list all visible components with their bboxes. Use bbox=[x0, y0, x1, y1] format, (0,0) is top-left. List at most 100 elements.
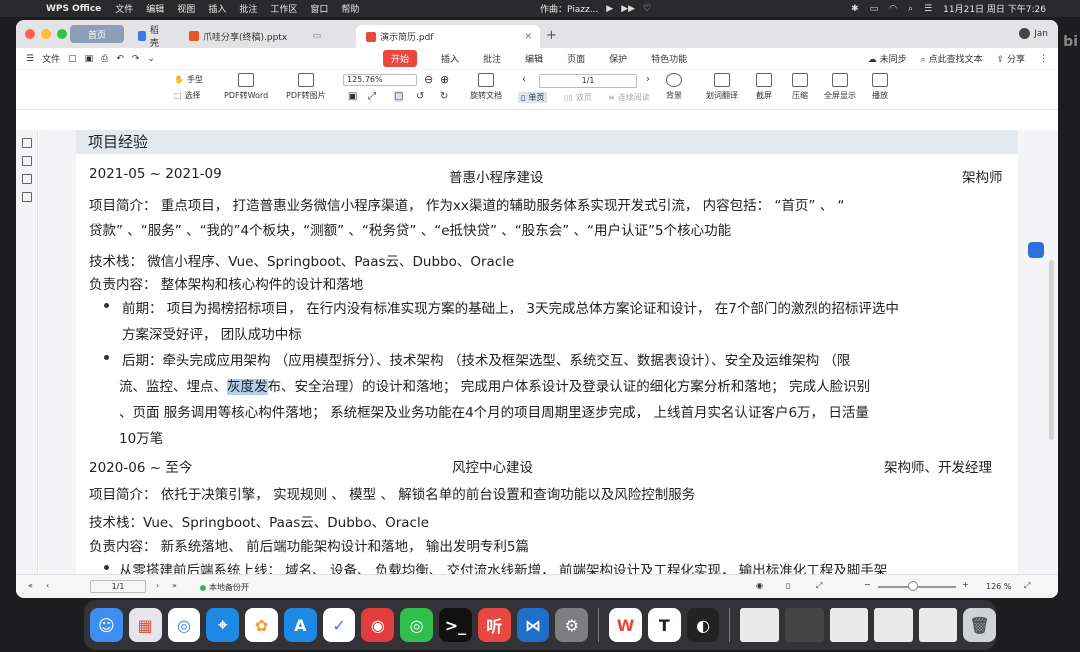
eye-icon[interactable]: ◉ bbox=[756, 581, 763, 590]
ribbon-tab-start[interactable]: 开始 bbox=[383, 50, 418, 67]
redo-icon[interactable]: ↷ bbox=[132, 54, 140, 64]
vertical-scrollbar[interactable] bbox=[1049, 260, 1054, 440]
wifi-icon[interactable]: ◠ bbox=[889, 4, 897, 14]
window-thumbnail[interactable] bbox=[785, 608, 824, 642]
fit-icon[interactable]: ⤢ bbox=[816, 581, 822, 591]
zoom-out-status-icon[interactable]: − bbox=[864, 580, 871, 589]
thumbnail-icon[interactable] bbox=[21, 138, 32, 148]
user-account[interactable]: Jan bbox=[1019, 28, 1048, 39]
battery-icon[interactable]: ▭ bbox=[870, 4, 879, 14]
hamburger-icon[interactable]: ☰ bbox=[26, 54, 34, 64]
prev-page-status-icon[interactable]: ‹ bbox=[46, 581, 49, 590]
wechat-icon[interactable]: ◎ bbox=[400, 608, 434, 642]
heart-icon[interactable]: ♡ bbox=[643, 4, 651, 14]
selected-text[interactable]: 灰度发 bbox=[227, 379, 268, 395]
window-thumbnail[interactable] bbox=[918, 608, 958, 642]
rotate-left-icon[interactable]: ↺ bbox=[416, 91, 424, 102]
single-page-button[interactable]: ▯ 单页 bbox=[518, 92, 548, 103]
undo-icon[interactable]: ↶ bbox=[116, 54, 124, 64]
search-icon[interactable]: ⌕ bbox=[908, 4, 913, 14]
chrome-icon[interactable]: ◎ bbox=[167, 608, 201, 642]
close-tab-icon[interactable]: ✕ bbox=[524, 32, 532, 42]
status-page-input[interactable]: 1/1 bbox=[90, 580, 146, 593]
window-thumbnail[interactable] bbox=[874, 608, 913, 642]
fullscreen-button[interactable]: 全屏显示 bbox=[824, 73, 856, 101]
menu-file[interactable]: 文件 bbox=[115, 2, 133, 15]
monitor-icon[interactable]: ▭ bbox=[312, 31, 321, 41]
pdf-to-image-button[interactable]: PDF转图片 bbox=[286, 73, 326, 101]
next-page-status-icon[interactable]: › bbox=[156, 581, 159, 590]
close-window-button[interactable] bbox=[25, 29, 35, 39]
bluetooth-icon[interactable]: ✱ bbox=[851, 4, 859, 14]
ribbon-tab-features[interactable]: 特色功能 bbox=[651, 52, 687, 65]
screenshot-button[interactable]: 截屏 bbox=[756, 73, 772, 101]
ribbon-tab-protect[interactable]: 保护 bbox=[609, 52, 627, 65]
app-store-icon[interactable]: A bbox=[283, 608, 317, 642]
page-mode-icon[interactable]: ▯ bbox=[786, 581, 790, 590]
trash-icon[interactable]: 🗑 bbox=[963, 608, 997, 642]
netease-music-icon[interactable]: ◉ bbox=[361, 608, 395, 642]
fit-page-icon[interactable]: ▣ bbox=[348, 91, 357, 102]
compress-button[interactable]: 压缩 bbox=[792, 73, 808, 101]
page-number-input[interactable]: 1/1 bbox=[539, 74, 637, 88]
play-button[interactable]: 播放 bbox=[872, 73, 888, 101]
floating-tool-button[interactable] bbox=[1028, 242, 1044, 258]
listen-app-icon[interactable]: 听 bbox=[477, 608, 511, 642]
double-page-button[interactable]: ▯▯ 双页 bbox=[564, 92, 592, 103]
open-icon[interactable]: ▢ bbox=[68, 54, 77, 64]
ribbon-tab-page[interactable]: 页面 bbox=[567, 52, 585, 65]
zoom-slider-handle[interactable] bbox=[908, 581, 918, 591]
file-menu[interactable]: 文件 bbox=[42, 52, 60, 65]
ribbon-tab-insert[interactable]: 插入 bbox=[441, 52, 459, 65]
next-track-icon[interactable]: ▶▶ bbox=[621, 4, 635, 14]
safari-icon[interactable]: ⌖ bbox=[206, 608, 240, 642]
outline-icon[interactable] bbox=[21, 156, 32, 166]
ribbon-tab-comment[interactable]: 批注 bbox=[483, 52, 501, 65]
local-backup-status[interactable]: 本地备份开 bbox=[200, 582, 249, 593]
zoom-in-status-icon[interactable]: + bbox=[962, 580, 969, 589]
new-tab-button[interactable]: + bbox=[546, 28, 557, 43]
next-page-icon[interactable]: › bbox=[646, 74, 650, 85]
window-thumbnail[interactable] bbox=[740, 608, 779, 642]
rotate-document-button[interactable]: 旋转文档 bbox=[470, 73, 502, 101]
datetime[interactable]: 11月21日 周日 下午7:26 bbox=[943, 2, 1046, 15]
menu-insert[interactable]: 插入 bbox=[208, 2, 226, 15]
background-button[interactable]: 背景 bbox=[666, 73, 682, 101]
photos-icon[interactable]: ✿ bbox=[245, 608, 278, 642]
ribbon-tab-edit[interactable]: 编辑 bbox=[525, 52, 543, 65]
last-page-icon[interactable]: » bbox=[172, 581, 177, 590]
print-icon[interactable]: ⎙ bbox=[101, 54, 108, 64]
fit-width-icon[interactable]: ⤢ bbox=[368, 91, 376, 102]
typora-icon[interactable]: T bbox=[647, 608, 681, 642]
dropdown-icon[interactable]: ⌄ bbox=[147, 54, 155, 64]
attachment-icon[interactable] bbox=[21, 192, 32, 202]
system-preferences-icon[interactable]: ⚙ bbox=[555, 608, 589, 642]
find-text-button[interactable]: ⌕ 点此查找文本 bbox=[921, 52, 983, 65]
prev-page-icon[interactable]: ‹ bbox=[522, 74, 526, 85]
pdf-to-word-button[interactable]: PDF转Word bbox=[224, 73, 268, 101]
zoom-window-button[interactable] bbox=[57, 29, 67, 39]
menu-window[interactable]: 窗口 bbox=[310, 2, 328, 15]
vscode-icon[interactable]: ⋈ bbox=[516, 608, 550, 642]
minimize-window-button[interactable] bbox=[41, 29, 51, 39]
wps-icon[interactable]: W bbox=[609, 608, 642, 642]
app-name-menu[interactable]: WPS Office bbox=[46, 4, 101, 14]
hand-tool-button[interactable]: ✋ 手型 bbox=[174, 74, 203, 85]
document-area[interactable]: 项目经验 2021-05 ~ 2021-09 普惠小程序建设 架构师 项目简介：… bbox=[39, 130, 1058, 574]
menu-workspace[interactable]: 工作区 bbox=[270, 2, 297, 15]
menu-view[interactable]: 视图 bbox=[177, 2, 195, 15]
tab-daoke[interactable]: 稻壳 bbox=[128, 25, 174, 49]
window-thumbnail[interactable] bbox=[829, 608, 869, 642]
image-icon[interactable] bbox=[21, 174, 32, 184]
continuous-read-button[interactable]: ≡ 连续阅读 bbox=[608, 92, 650, 103]
save-icon[interactable]: ▣ bbox=[85, 54, 94, 64]
first-page-icon[interactable]: « bbox=[28, 581, 33, 590]
share-button[interactable]: ⇪ 分享 bbox=[997, 52, 1025, 65]
menu-comment[interactable]: 批注 bbox=[239, 2, 257, 15]
select-tool-button[interactable]: ⬚ 选择 bbox=[174, 90, 201, 101]
rotate-right-icon[interactable]: ↻ bbox=[440, 91, 448, 102]
tab-home[interactable]: 首页 bbox=[70, 25, 124, 43]
sync-status[interactable]: ☁ 未同步 bbox=[868, 52, 907, 65]
tab-pptx[interactable]: 爪哇分享(终稿).pptx ▭ bbox=[179, 25, 329, 47]
more-icon[interactable]: ⋮ bbox=[1039, 54, 1048, 64]
